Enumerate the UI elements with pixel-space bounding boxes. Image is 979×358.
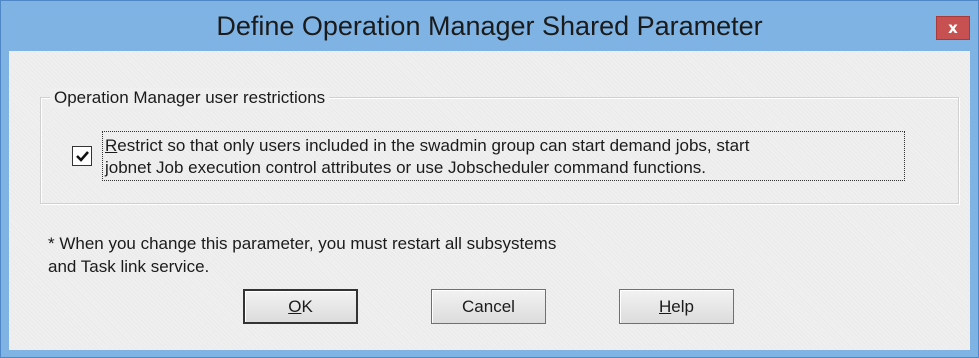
window-title: Define Operation Manager Shared Paramete… bbox=[216, 11, 763, 41]
restrict-label-line-1: Restrict so that only users included in … bbox=[105, 135, 904, 157]
checkmark-icon bbox=[76, 151, 89, 162]
restrict-label-line-1-text: estrict so that only users included in t… bbox=[117, 136, 750, 155]
restrict-users-checkbox[interactable] bbox=[72, 146, 92, 166]
cancel-button[interactable]: Cancel bbox=[431, 289, 546, 324]
close-icon: x bbox=[948, 18, 958, 37]
ok-button[interactable]: OK bbox=[243, 289, 358, 324]
restart-note: * When you change this parameter, you mu… bbox=[48, 232, 748, 278]
restart-note-line-1: * When you change this parameter, you mu… bbox=[48, 234, 557, 253]
restrict-mnemonic: R bbox=[105, 136, 118, 155]
restrict-users-label[interactable]: Restrict so that only users included in … bbox=[102, 131, 905, 181]
title-bar[interactable]: Define Operation Manager Shared Paramete… bbox=[1, 1, 978, 51]
help-label-rest: elp bbox=[671, 297, 694, 316]
ok-label-rest: K bbox=[301, 297, 313, 316]
help-button[interactable]: Help bbox=[619, 289, 734, 324]
restart-note-line-2: and Task link service. bbox=[48, 257, 210, 276]
ok-mnemonic: O bbox=[288, 297, 302, 316]
group-legend: Operation Manager user restrictions bbox=[50, 88, 330, 108]
restrict-label-line-2: jobnet Job execution control attributes … bbox=[105, 158, 707, 177]
close-button[interactable]: x bbox=[936, 16, 970, 40]
help-mnemonic: H bbox=[659, 297, 672, 316]
